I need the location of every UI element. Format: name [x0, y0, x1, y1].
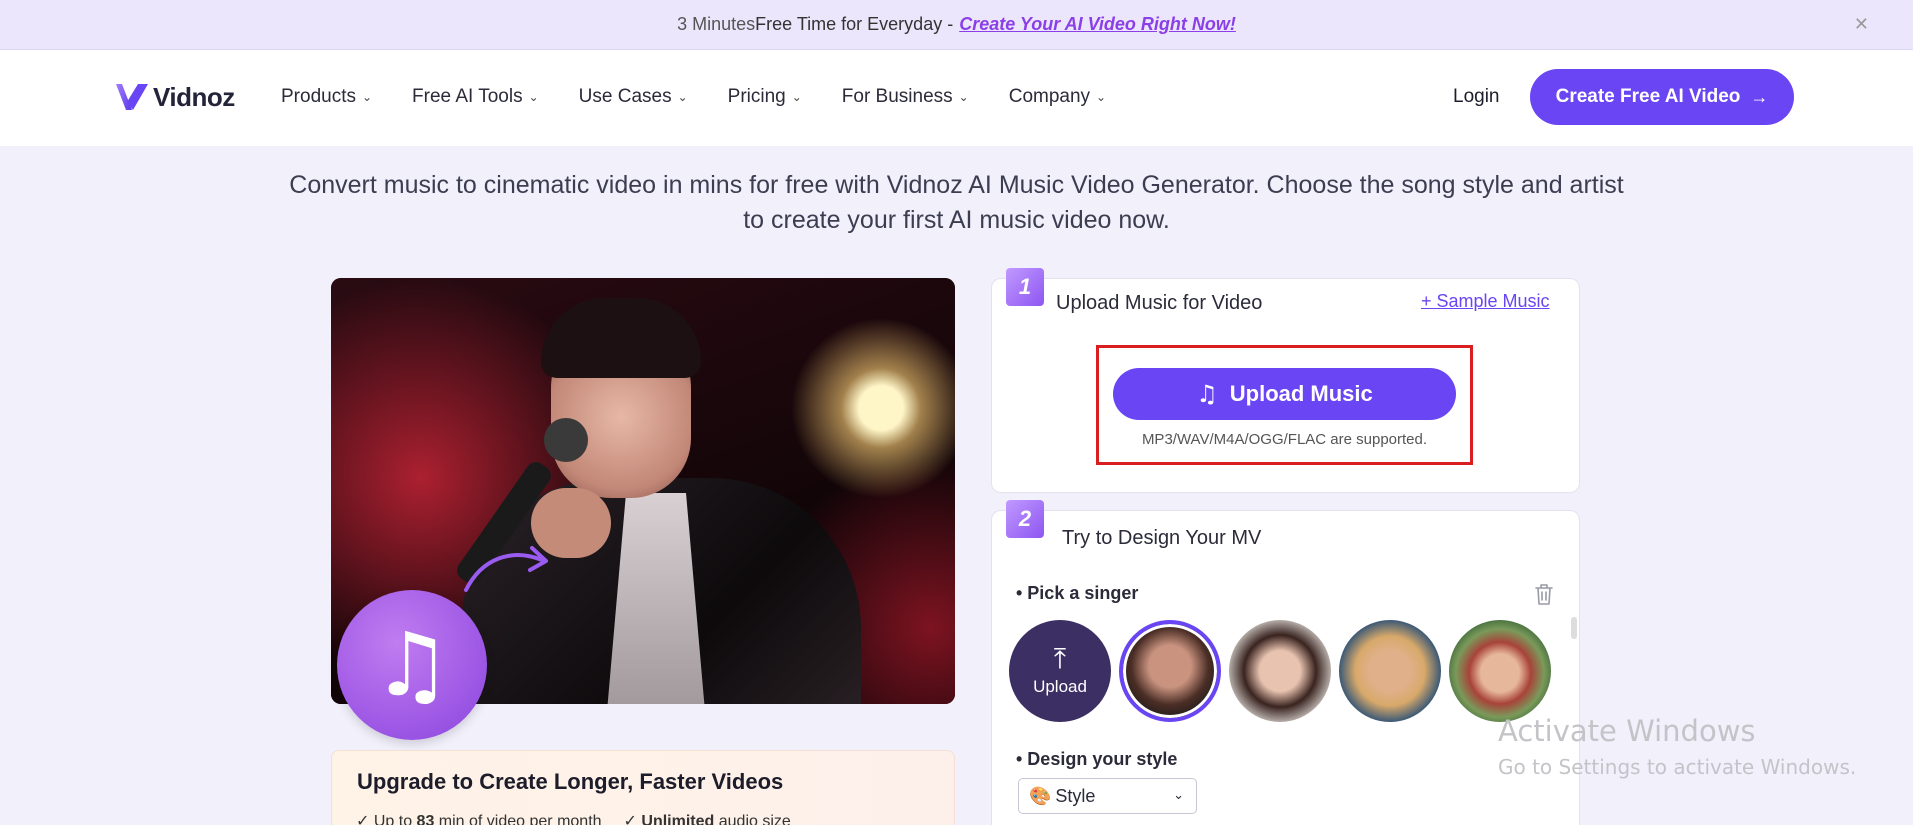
nav-pricing[interactable]: Pricing ⌄: [728, 86, 802, 108]
login-link[interactable]: Login: [1453, 86, 1500, 108]
upgrade-banner[interactable]: Upgrade to Create Longer, Faster Videos …: [331, 750, 955, 825]
singer-avatar-3[interactable]: [1339, 620, 1441, 722]
nav-free-ai-tools[interactable]: Free AI Tools ⌄: [412, 86, 539, 108]
singer-avatar-4[interactable]: [1449, 620, 1551, 722]
logo[interactable]: Vidnoz: [113, 78, 235, 116]
arrow-right-icon: →: [1750, 86, 1769, 107]
logo-text: Vidnoz: [153, 81, 235, 112]
chevron-down-icon: ⌄: [791, 90, 802, 104]
nav-label: Products: [281, 86, 356, 107]
activate-windows-watermark: Activate Windows: [1498, 714, 1756, 748]
promo-banner: 3 Minutes Free Time for Everyday - Creat…: [0, 0, 1913, 50]
cta-label: Create Free AI Video: [1555, 86, 1741, 107]
music-note-icon: ♫: [372, 613, 452, 716]
create-free-ai-video-button[interactable]: Create Free AI Video →: [1530, 69, 1794, 125]
palette-icon: 🎨: [1029, 785, 1052, 807]
chevron-down-icon: ⌄: [1173, 787, 1184, 802]
nav-for-business[interactable]: For Business ⌄: [842, 86, 969, 108]
feature-audio: ✓ Unlimited audio size: [623, 813, 791, 825]
upload-singer-label: Upload: [1033, 677, 1087, 696]
sample-music-link[interactable]: + Sample Music: [1421, 291, 1550, 312]
step-1-title: Upload Music for Video: [1056, 292, 1263, 314]
close-icon[interactable]: ✕: [1854, 14, 1869, 35]
nav-label: Company: [1008, 86, 1091, 107]
promo-text: 3 Minutes: [677, 14, 756, 34]
upload-music-label: Upload Music: [1229, 381, 1373, 406]
upload-music-button[interactable]: ♫ Upload Music: [1113, 368, 1456, 420]
upgrade-features: ✓ Up to 83 min of video per month ✓ Unli…: [356, 811, 813, 825]
chevron-down-icon: ⌄: [1096, 90, 1107, 104]
nav-label: Free AI Tools: [412, 86, 523, 107]
chevron-down-icon: ⌄: [958, 90, 969, 104]
trash-icon[interactable]: [1533, 582, 1555, 606]
music-note-badge: ♫: [337, 590, 487, 740]
hero-description: Convert music to cinematic video in mins…: [289, 171, 1624, 234]
music-note-icon: ♫: [1196, 380, 1218, 408]
pick-singer-label: • Pick a singer: [1016, 583, 1139, 603]
main-nav: Products ⌄ Free AI Tools ⌄ Use Cases ⌄ P…: [281, 86, 1146, 108]
chevron-down-icon: ⌄: [677, 90, 688, 104]
nav-use-cases[interactable]: Use Cases ⌄: [579, 86, 688, 108]
promo-free-text: Free Time for Everyday -: [755, 14, 954, 34]
promo-link[interactable]: Create Your AI Video Right Now!: [959, 14, 1236, 35]
design-style-label: • Design your style: [1016, 749, 1178, 769]
singer-avatar-1[interactable]: [1119, 620, 1221, 722]
supported-formats: MP3/WAV/M4A/OGG/FLAC are supported.: [1141, 431, 1428, 448]
microphone-head: [544, 418, 588, 462]
curved-arrow-icon: [464, 546, 548, 592]
step-2-title: Try to Design Your MV: [1062, 527, 1262, 549]
feature-minutes: ✓ Up to 83 min of video per month: [356, 813, 602, 825]
nav-label: For Business: [841, 86, 953, 107]
singer-avatar-2[interactable]: [1229, 620, 1331, 722]
style-dropdown-value: Style: [1055, 785, 1096, 806]
singer-list-scrollbar[interactable]: [1571, 617, 1577, 639]
chevron-down-icon: ⌄: [528, 90, 539, 104]
singer-list: ⤒ Upload: [1009, 620, 1559, 722]
nav-products[interactable]: Products ⌄: [281, 86, 372, 108]
upload-icon: ⤒: [1053, 642, 1067, 675]
nav-label: Pricing: [727, 86, 786, 107]
step-2-badge: 2: [1006, 500, 1044, 538]
upload-singer-button[interactable]: ⤒ Upload: [1009, 620, 1111, 722]
activate-windows-subtext: Go to Settings to activate Windows.: [1498, 755, 1857, 779]
vidnoz-logo-icon: [116, 84, 148, 110]
chevron-down-icon: ⌄: [361, 90, 373, 104]
style-dropdown[interactable]: 🎨 Style ⌄: [1018, 778, 1197, 814]
site-header: Vidnoz Products ⌄ Free AI Tools ⌄ Use Ca…: [0, 50, 1913, 146]
step-1-badge: 1: [1006, 268, 1044, 306]
upgrade-title: Upgrade to Create Longer, Faster Videos: [357, 769, 784, 794]
nav-label: Use Cases: [578, 86, 672, 107]
nav-company[interactable]: Company ⌄: [1009, 86, 1106, 108]
